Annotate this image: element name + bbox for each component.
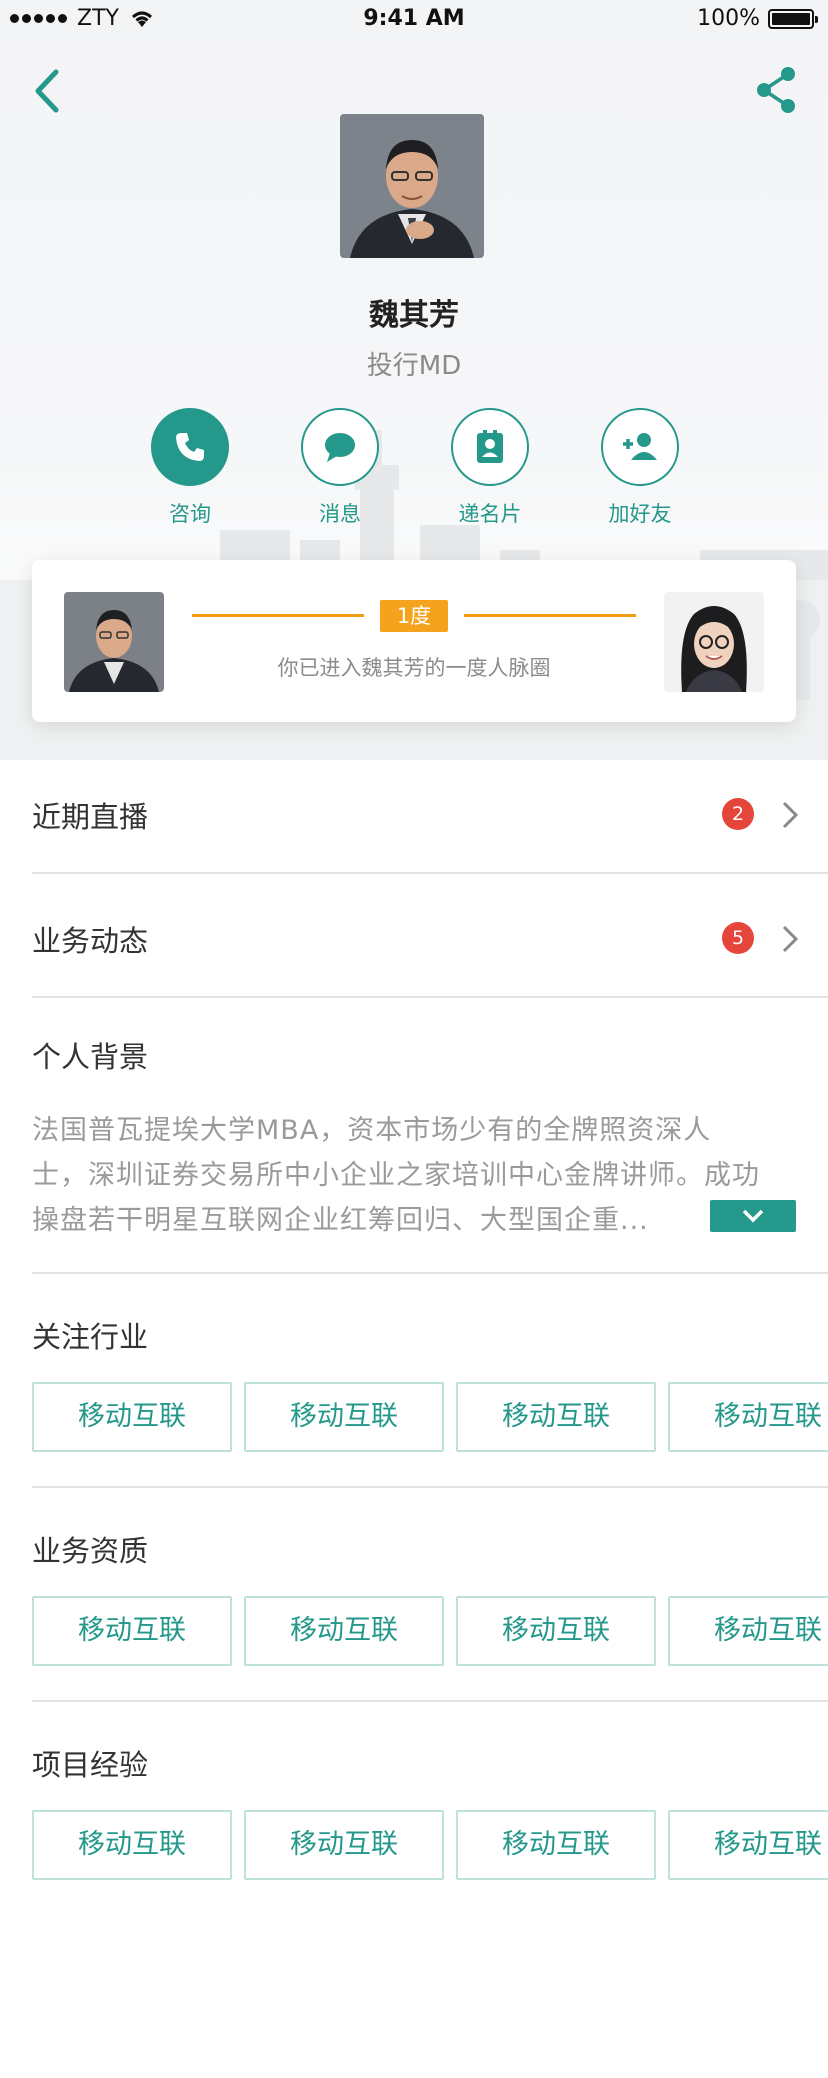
background-line: 法国普瓦提埃大学MBA，资本市场少有的全牌照资深人	[32, 1115, 712, 1146]
chevron-right-icon	[782, 801, 799, 829]
tag-chip[interactable]: 移动互联	[456, 1382, 656, 1452]
tag-chip[interactable]: 移动互联	[32, 1596, 232, 1666]
recent-live-badge: 2	[722, 798, 754, 830]
profile-page: ZTY 9:41 AM 100% 魏其芳 投行MD 咨询 消息 递名片 加好友 …	[0, 0, 828, 2078]
project-experience-title: 项目经验	[32, 1748, 149, 1782]
tag-chip[interactable]: 移动互联	[456, 1596, 656, 1666]
tag-chip[interactable]: 移动互联	[456, 1810, 656, 1880]
divider	[32, 1272, 828, 1274]
profile-title: 投行MD	[366, 351, 462, 381]
project-experience-tags: 移动互联 移动互联 移动互联 移动互联	[32, 1810, 828, 1882]
tag-chip[interactable]: 移动互联	[32, 1810, 232, 1880]
connection-line-left	[192, 614, 364, 617]
background-line: 士，深圳证券交易所中小企业之家培训中心金牌讲师。成功	[32, 1160, 760, 1191]
recent-live-label: 近期直播	[32, 800, 149, 834]
phone-icon	[176, 433, 204, 461]
business-news-row[interactable]: 业务动态 5	[32, 876, 828, 998]
profile-avatar	[340, 114, 484, 258]
recent-live-row[interactable]: 近期直播 2	[32, 752, 828, 874]
connection-line-right	[464, 614, 636, 617]
background-title: 个人背景	[32, 1040, 149, 1074]
qualification-tags: 移动互联 移动互联 移动互联 移动互联	[32, 1596, 828, 1668]
back-arrow-icon[interactable]	[28, 66, 68, 116]
industry-tags: 移动互联 移动互联 移动互联 移动互联	[32, 1382, 828, 1454]
profile-header: ZTY 9:41 AM 100% 魏其芳 投行MD 咨询 消息 递名片 加好友 …	[0, 0, 828, 760]
background-text: 法国普瓦提埃大学MBA，资本市场少有的全牌照资深人 士，深圳证券交易所中小企业之…	[32, 1108, 802, 1243]
business-news-label: 业务动态	[32, 924, 149, 958]
industry-title: 关注行业	[32, 1320, 149, 1354]
message-label: 消息	[319, 502, 361, 526]
tag-chip[interactable]: 移动互联	[668, 1382, 828, 1452]
tag-chip[interactable]: 移动互联	[244, 1596, 444, 1666]
add-friend-button[interactable]: 加好友	[600, 408, 680, 528]
connection-card: 1度 你已进入魏其芳的一度人脉圈	[32, 560, 796, 722]
consult-button[interactable]: 咨询	[150, 408, 230, 528]
tag-chip[interactable]: 移动互联	[244, 1810, 444, 1880]
my-avatar	[664, 592, 764, 692]
battery-icon	[768, 8, 818, 29]
share-icon[interactable]	[754, 66, 798, 114]
degree-badge: 1度	[380, 600, 448, 632]
chat-bubble-icon	[325, 433, 355, 462]
chevron-down-icon	[742, 1209, 764, 1223]
add-friend-icon	[623, 433, 657, 460]
background-line: 操盘若干明星互联网企业红筹回归、大型国企重...	[32, 1205, 649, 1236]
qualification-title: 业务资质	[32, 1534, 149, 1568]
business-news-badge: 5	[722, 922, 754, 954]
tag-chip[interactable]: 移动互联	[244, 1382, 444, 1452]
divider	[32, 1486, 828, 1488]
action-bar: 咨询 消息 递名片 加好友	[150, 408, 680, 528]
status-bar: ZTY 9:41 AM 100%	[0, 0, 828, 40]
contact-card-icon	[477, 430, 503, 463]
send-card-button[interactable]: 递名片	[450, 408, 530, 528]
profile-name: 魏其芳	[369, 298, 459, 333]
tag-chip[interactable]: 移动互联	[668, 1810, 828, 1880]
divider	[32, 1700, 828, 1702]
tag-chip[interactable]: 移动互联	[668, 1596, 828, 1666]
add-friend-label: 加好友	[608, 502, 672, 526]
consult-label: 咨询	[169, 502, 211, 526]
send-card-label: 递名片	[458, 502, 522, 526]
message-button[interactable]: 消息	[300, 408, 380, 528]
battery-percent: 100%	[697, 6, 760, 31]
chevron-right-icon	[782, 925, 799, 953]
tag-chip[interactable]: 移动互联	[32, 1382, 232, 1452]
expand-button[interactable]	[710, 1200, 796, 1232]
